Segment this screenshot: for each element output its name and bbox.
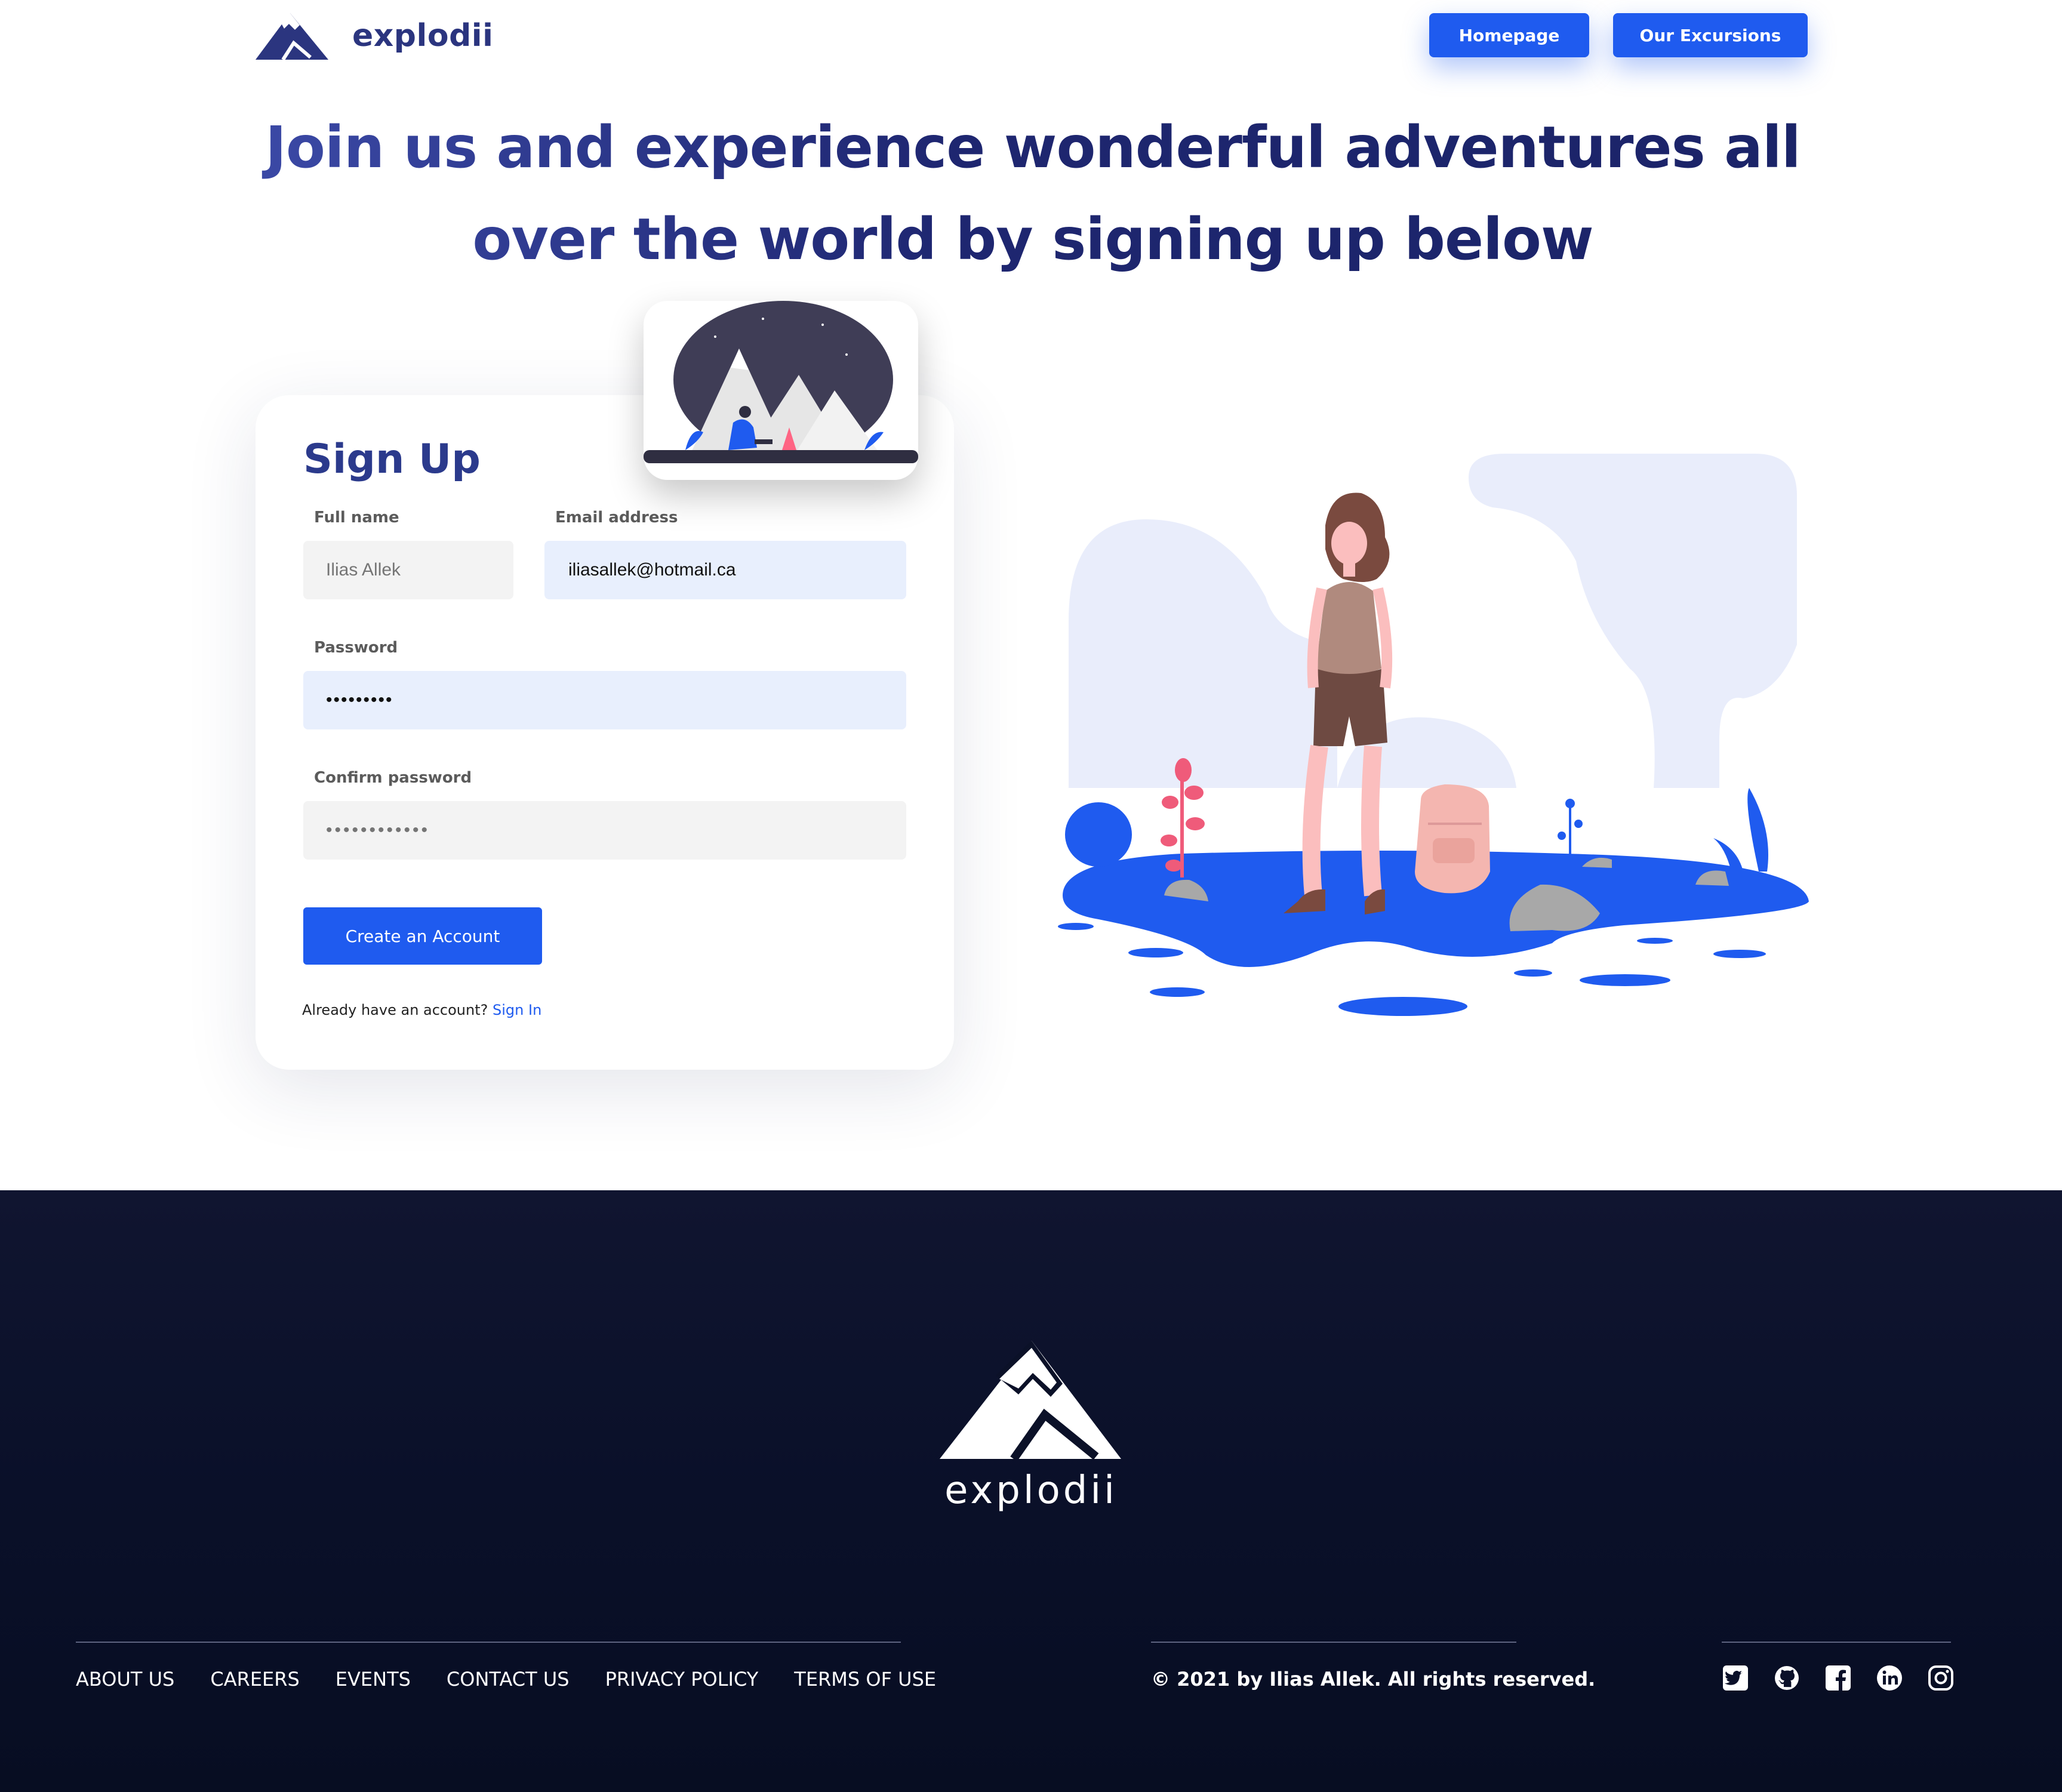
full-name-label: Full name [314, 509, 399, 526]
footer-links: ABOUT US CAREERS EVENTS CONTACT US PRIVA… [76, 1668, 936, 1691]
signin-prompt: Already have an account? Sign In [302, 1002, 541, 1018]
brand-logo[interactable]: explodii [256, 12, 518, 60]
headline-line-1: Join us and experience wonderful adventu… [265, 114, 1801, 181]
facebook-icon[interactable] [1824, 1664, 1852, 1692]
copyright-text: © 2021 by Ilias Allek. All rights reserv… [1151, 1668, 1596, 1691]
hiker-scene [1058, 454, 1809, 1016]
mountain-logo-icon [256, 13, 328, 60]
footer-link-terms[interactable]: TERMS OF USE [794, 1668, 936, 1691]
footer-link-about[interactable]: ABOUT US [76, 1668, 174, 1691]
footer-link-privacy[interactable]: PRIVACY POLICY [605, 1668, 759, 1691]
email-label: Email address [555, 509, 678, 526]
email-input[interactable] [544, 541, 906, 599]
footer-link-contact[interactable]: CONTACT US [447, 1668, 570, 1691]
github-icon[interactable] [1773, 1664, 1801, 1692]
camping-illustration-badge [644, 301, 918, 480]
page-headline: Join us and experience wonderful adventu… [251, 101, 1815, 285]
create-account-button[interactable]: Create an Account [303, 907, 542, 965]
homepage-button[interactable]: Homepage [1429, 13, 1589, 57]
confirm-password-input[interactable] [303, 801, 906, 860]
password-input[interactable] [303, 671, 906, 729]
excursions-button[interactable]: Our Excursions [1613, 13, 1808, 57]
social-links [1722, 1664, 1955, 1692]
instagram-icon[interactable] [1927, 1664, 1955, 1692]
footer-link-careers[interactable]: CAREERS [210, 1668, 299, 1691]
camping-illustration [644, 301, 918, 463]
signin-link[interactable]: Sign In [493, 1002, 541, 1018]
signup-card [256, 395, 954, 1070]
confirm-password-label: Confirm password [314, 769, 472, 787]
headline-line-2: over the world by signing up below [472, 206, 1593, 273]
footer-divider [1722, 1642, 1951, 1643]
signin-prompt-text: Already have an account? [302, 1002, 488, 1018]
brand-name: explodii [352, 18, 494, 54]
footer-link-events[interactable]: EVENTS [336, 1668, 411, 1691]
full-name-input[interactable] [303, 541, 513, 599]
footer-brand-name: explodii [944, 1468, 1118, 1513]
twitter-icon[interactable] [1722, 1664, 1749, 1692]
mountain-logo-icon [940, 1341, 1121, 1459]
footer-divider [1151, 1642, 1516, 1643]
footer-divider [76, 1642, 901, 1643]
linkedin-icon[interactable] [1876, 1664, 1903, 1692]
password-label: Password [314, 639, 398, 657]
signup-title: Sign Up [303, 436, 481, 483]
hiker-illustration [1027, 442, 1821, 1027]
